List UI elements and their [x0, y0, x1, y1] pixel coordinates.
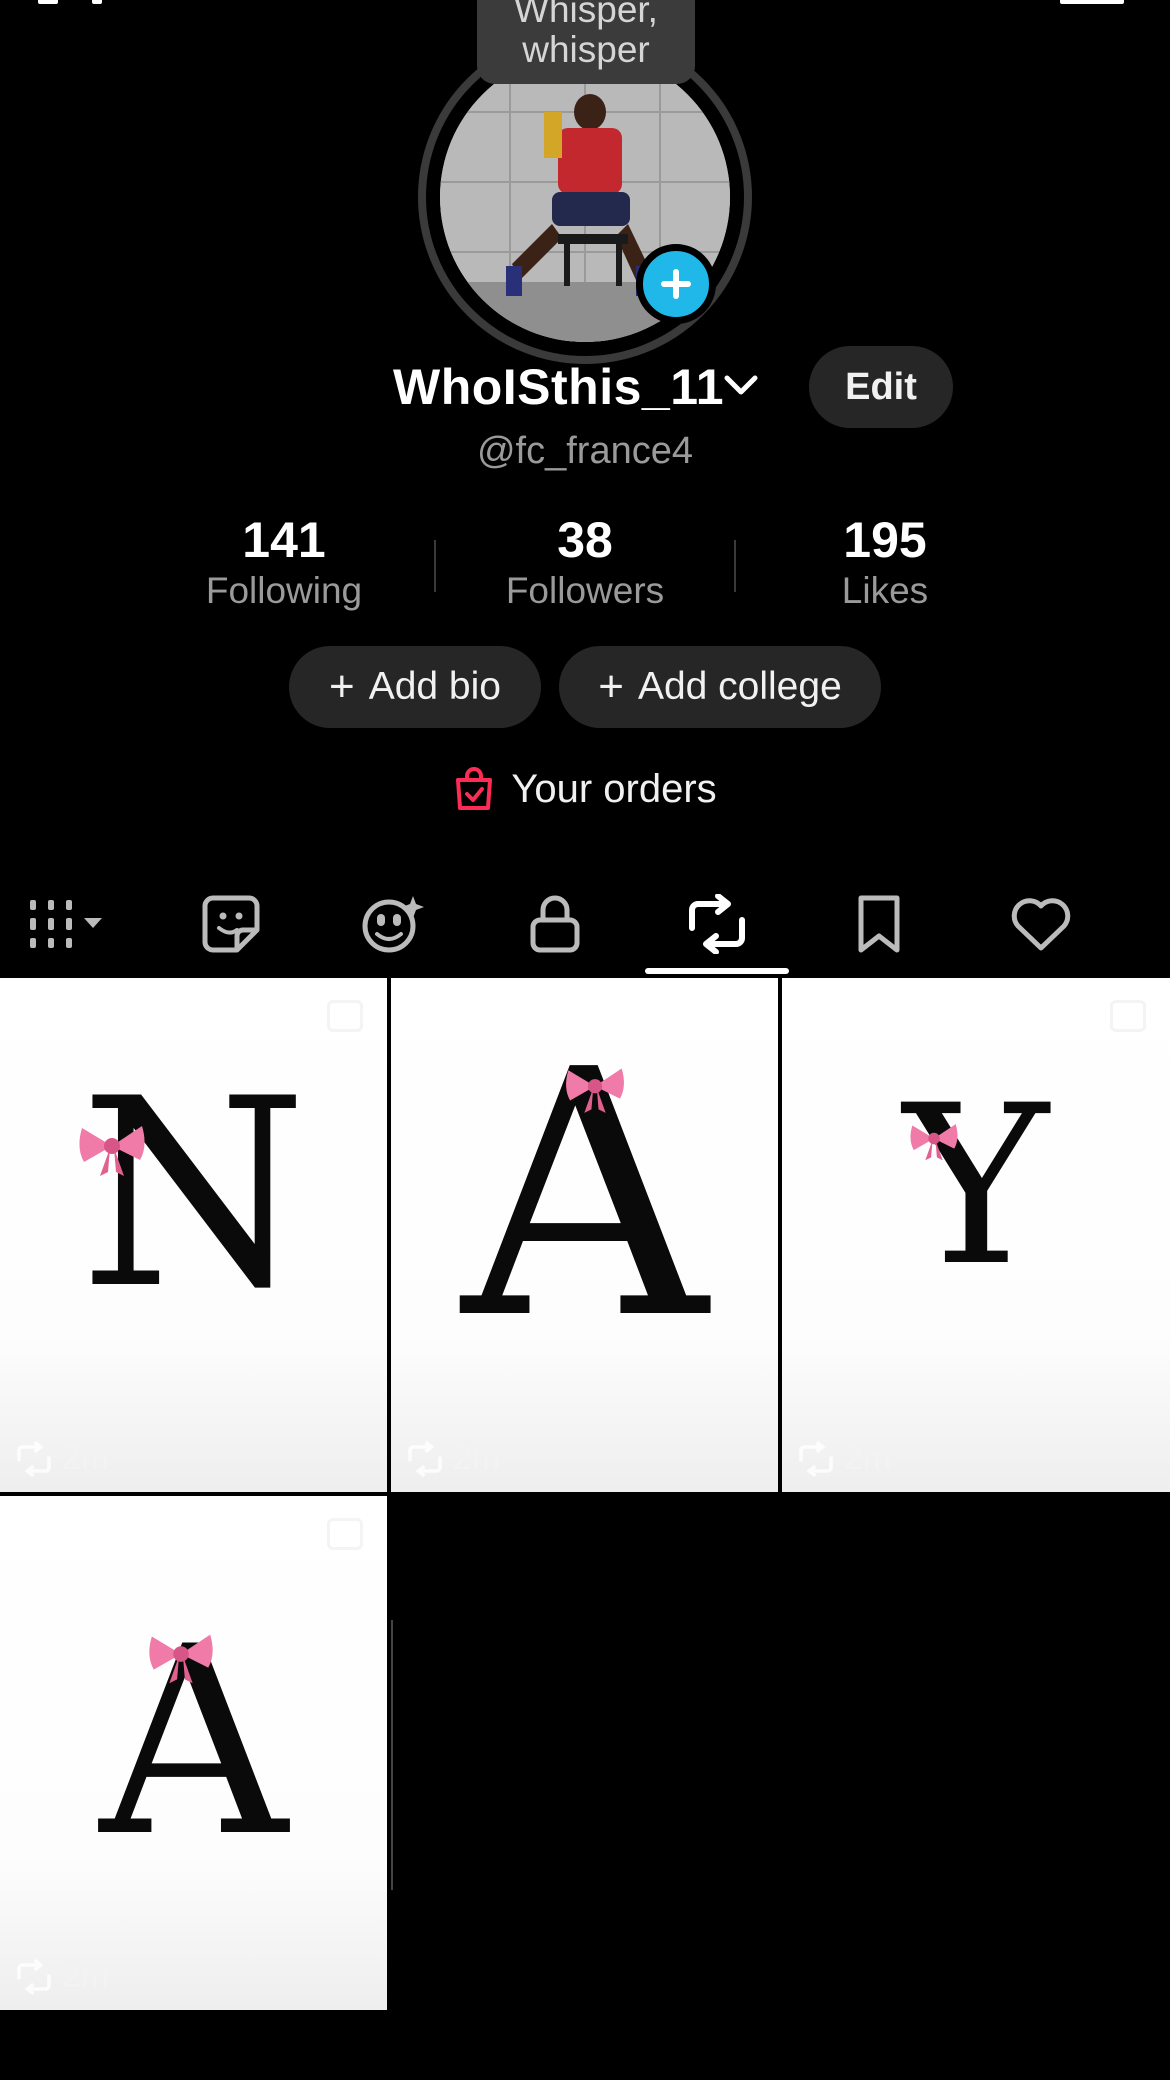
edit-profile-button[interactable]: Edit	[809, 346, 953, 428]
repost-icon	[799, 1440, 833, 1477]
plus-icon: +	[598, 662, 624, 711]
multi-image-icon	[327, 1518, 363, 1550]
stat-divider	[734, 540, 736, 592]
post-time: 2m	[62, 1439, 110, 1477]
post-letter: N	[79, 1044, 308, 1346]
tab-effects[interactable]	[333, 874, 453, 974]
post-time: 2m	[453, 1439, 501, 1477]
pink-bow-icon	[149, 1634, 213, 1684]
multi-image-icon	[1110, 1000, 1146, 1032]
chevron-down-icon[interactable]	[722, 370, 760, 400]
your-orders-link[interactable]: Your orders	[0, 766, 1170, 812]
stat-followers[interactable]: 38 Followers	[465, 512, 705, 614]
stat-following[interactable]: 141 Following	[164, 512, 404, 614]
repost-icon	[17, 1440, 51, 1477]
post-thumbnail[interactable]: N 2m	[0, 978, 387, 1492]
tab-sticker[interactable]	[171, 874, 291, 974]
post-letter: Y	[903, 1058, 1049, 1314]
repost-icon	[689, 894, 745, 954]
lock-icon	[530, 895, 580, 953]
face-sparkle-icon	[362, 896, 424, 953]
post-time: 2m	[62, 1957, 110, 1995]
pink-bow-icon	[566, 1068, 624, 1113]
whisper-tooltip[interactable]: Whisper, whisper	[477, 0, 695, 84]
post-meta: 2m	[405, 1439, 500, 1478]
grid-dropdown-icon	[30, 900, 102, 948]
bookmark-icon	[858, 895, 900, 953]
repost-icon	[17, 1958, 51, 1995]
tab-bookmarks[interactable]	[819, 874, 939, 974]
add-college-button[interactable]: + Add college	[559, 646, 881, 728]
profile-username[interactable]: WhoISthis_11	[393, 358, 724, 416]
likes-count: 195	[843, 512, 927, 568]
multi-image-icon	[327, 1000, 363, 1032]
tab-liked[interactable]	[981, 874, 1101, 974]
following-count: 141	[242, 512, 326, 568]
post-thumbnail[interactable]: A 2m	[391, 978, 778, 1492]
pink-bow-icon	[79, 1126, 145, 1176]
stat-likes[interactable]: 195 Likes	[765, 512, 1005, 614]
followers-count: 38	[557, 512, 613, 568]
add-bio-button[interactable]: + Add bio	[289, 646, 541, 728]
post-meta: 2m	[14, 1439, 109, 1478]
likes-label: Likes	[841, 570, 929, 611]
tab-videos-grid[interactable]	[0, 874, 120, 974]
profile-tab-bar	[0, 874, 1170, 974]
post-thumbnail[interactable]: A 2m	[0, 1496, 387, 2010]
post-meta: 2m	[796, 1439, 891, 1478]
post-thumbnail[interactable]: Y 2m	[782, 978, 1170, 1492]
plus-icon: +	[329, 662, 355, 711]
plus-icon	[661, 269, 691, 299]
your-orders-label: Your orders	[511, 766, 717, 811]
pink-bow-icon	[910, 1124, 958, 1161]
sticker-icon	[202, 895, 260, 953]
heart-icon	[1011, 898, 1071, 951]
add-college-label: Add college	[637, 665, 842, 708]
profile-handle: @fc_france4	[476, 430, 693, 472]
tab-reposts[interactable]	[657, 874, 777, 974]
shopping-bag-icon	[456, 767, 493, 810]
following-label: Following	[205, 570, 363, 611]
tooltip-line-1: Whisper,	[514, 0, 658, 30]
active-tab-indicator	[645, 968, 789, 974]
tooltip-line-2: whisper	[522, 29, 650, 70]
tab-private[interactable]	[495, 874, 615, 974]
add-story-button[interactable]	[636, 244, 716, 324]
post-time: 2m	[844, 1439, 892, 1477]
scroll-divider	[391, 1620, 393, 1890]
post-meta: 2m	[14, 1957, 109, 1996]
repost-icon	[408, 1440, 442, 1477]
post-letter: A	[461, 998, 708, 1394]
add-bio-label: Add bio	[368, 665, 501, 708]
followers-label: Followers	[505, 570, 665, 611]
stat-divider	[434, 540, 436, 592]
